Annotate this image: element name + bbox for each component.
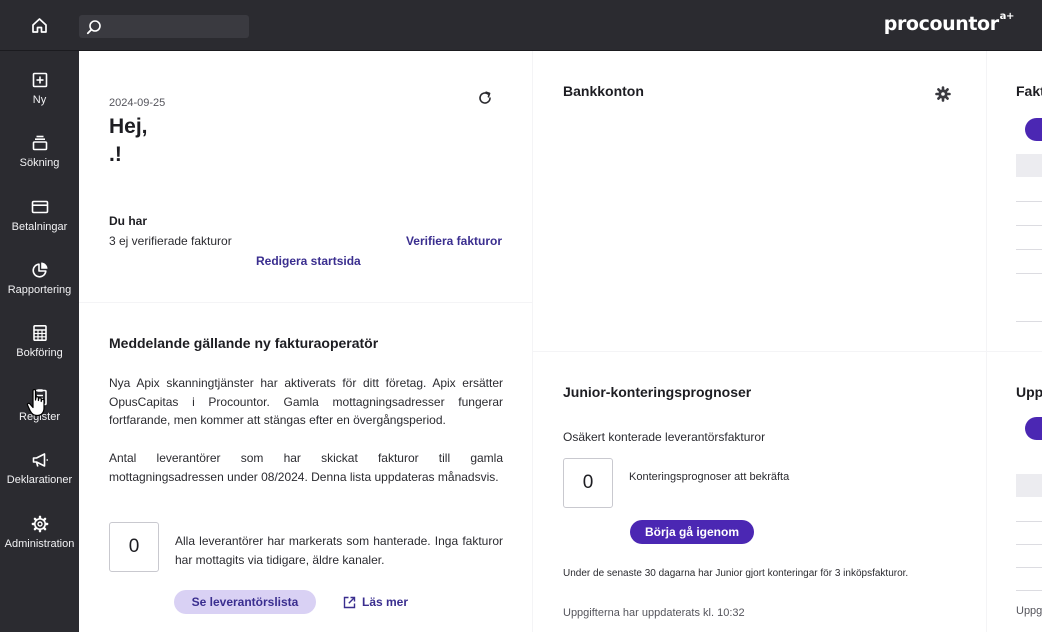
- refresh-icon[interactable]: [477, 90, 493, 106]
- sidebar-item-label: Rapportering: [7, 284, 72, 296]
- tasks-footer-text: Uppg: [1016, 605, 1042, 617]
- sidebar-item-ny[interactable]: Ny: [0, 57, 79, 117]
- sidebar-item-betalningar[interactable]: Betalningar: [0, 184, 79, 244]
- sidebar-item-sokning[interactable]: Sökning: [0, 120, 79, 180]
- sidebar-item-administration[interactable]: Administration: [0, 501, 79, 561]
- notice-paragraph: Nya Apix skanningtjänster har aktiverats…: [109, 376, 503, 427]
- gear-icon: [31, 515, 48, 533]
- table-row-divider: [1016, 249, 1042, 250]
- credit-card-icon: [31, 200, 48, 214]
- sidebar-item-rapportering[interactable]: Rapportering: [0, 247, 79, 307]
- junior-forecast-panel: Junior-konteringsprognoser Osäkert konte…: [533, 352, 986, 632]
- sidebar-item-label: Bokföring: [16, 347, 63, 359]
- junior-subtitle: Osäkert konterade leverantörsfakturor: [563, 430, 766, 444]
- table-row-divider: [1016, 521, 1042, 522]
- du-har-label: Du har: [109, 214, 148, 228]
- greeting-title: Hej,: [109, 115, 148, 138]
- settings-gear-icon[interactable]: [935, 86, 951, 102]
- search-box[interactable]: [79, 15, 249, 38]
- forecast-count-label: Konteringsprognoser att bekräfta: [629, 471, 790, 483]
- table-row-divider: [1016, 273, 1042, 274]
- edit-start-page-link[interactable]: Redigera startsida: [256, 254, 361, 268]
- stack-icon: [32, 135, 47, 151]
- notice-title: Meddelande gällande ny fakturaoperatör: [109, 335, 379, 351]
- table-header: [1016, 474, 1042, 497]
- tasks-panel-title: Upp: [1016, 384, 1042, 400]
- read-more-link[interactable]: Läs mer: [343, 595, 408, 609]
- invoices-panel-button[interactable]: [1025, 118, 1042, 141]
- welcome-panel: 2024-09-25 Hej, .! Du har 3 ej verifiera…: [79, 51, 532, 302]
- table-row-divider: [1016, 544, 1042, 545]
- greeting-name: .!: [109, 143, 122, 166]
- junior-title: Junior-konteringsprognoser: [563, 384, 752, 400]
- unverified-invoices-text: 3 ej verifierade fakturor: [109, 234, 232, 248]
- junior-note: Under de senaste 30 dagarna har Junior g…: [563, 568, 909, 579]
- supplier-list-button[interactable]: Se leverantörslista: [174, 590, 316, 614]
- calculator-icon: [32, 324, 47, 341]
- megaphone-icon: [32, 453, 48, 467]
- junior-updated-text: Uppgifterna har uppdaterats kl. 10:32: [563, 607, 745, 619]
- tasks-panel-partial: Upp Uppg: [987, 352, 1042, 632]
- forecast-count-box: 0: [563, 458, 613, 508]
- table-row-divider: [1016, 590, 1042, 591]
- notice-panel: Meddelande gällande ny fakturaoperatör N…: [79, 303, 532, 632]
- notice-paragraph: Antal leverantörer som har skickat faktu…: [109, 451, 503, 484]
- home-button[interactable]: [0, 0, 79, 51]
- logo-suffix: a+: [999, 10, 1015, 22]
- external-link-icon: [343, 596, 356, 608]
- sidebar-item-label: Betalningar: [11, 221, 68, 233]
- table-row-divider: [1016, 567, 1042, 568]
- tasks-panel-button[interactable]: [1025, 417, 1042, 440]
- verify-invoices-link[interactable]: Verifiera fakturor: [406, 234, 502, 248]
- invoices-panel-title: Fakt: [1016, 83, 1042, 99]
- hand-cursor-icon: [26, 389, 45, 417]
- current-date: 2024-09-25: [109, 97, 166, 109]
- plus-square-icon: [32, 72, 47, 88]
- bank-accounts-panel: Bankkonton: [533, 51, 986, 351]
- table-row-divider: [1016, 225, 1042, 226]
- sidebar-item-deklarationer[interactable]: Deklarationer: [0, 437, 79, 497]
- sidebar-item-bokforing[interactable]: Bokföring: [0, 310, 79, 370]
- search-input[interactable]: [105, 15, 245, 38]
- top-bar: procountora+: [0, 0, 1042, 51]
- invoices-panel-partial: Fakt: [987, 51, 1042, 351]
- read-more-label: Läs mer: [362, 595, 409, 609]
- supplier-count-box: 0: [109, 522, 159, 572]
- bank-accounts-title: Bankkonton: [563, 83, 644, 99]
- sidebar-item-label: Sökning: [19, 157, 60, 169]
- sidebar-item-label: Administration: [4, 538, 75, 550]
- pie-chart-icon: [31, 262, 47, 278]
- supplier-count-text: Alla leverantörer har markerats som hant…: [175, 534, 503, 567]
- sidebar-item-label: Deklarationer: [6, 474, 73, 486]
- start-review-button[interactable]: Börja gå igenom: [630, 520, 754, 544]
- sidebar: Ny Sökning Betalningar Rapportering Bokf…: [0, 51, 79, 632]
- table-header: [1016, 154, 1042, 177]
- table-row-divider: [1016, 321, 1042, 322]
- table-row-divider: [1016, 201, 1042, 202]
- sidebar-item-label: Ny: [32, 94, 47, 106]
- home-icon: [32, 18, 47, 33]
- procountor-logo: procountora+: [883, 10, 1015, 35]
- search-icon: [86, 20, 101, 35]
- logo-text: procountor: [883, 13, 999, 35]
